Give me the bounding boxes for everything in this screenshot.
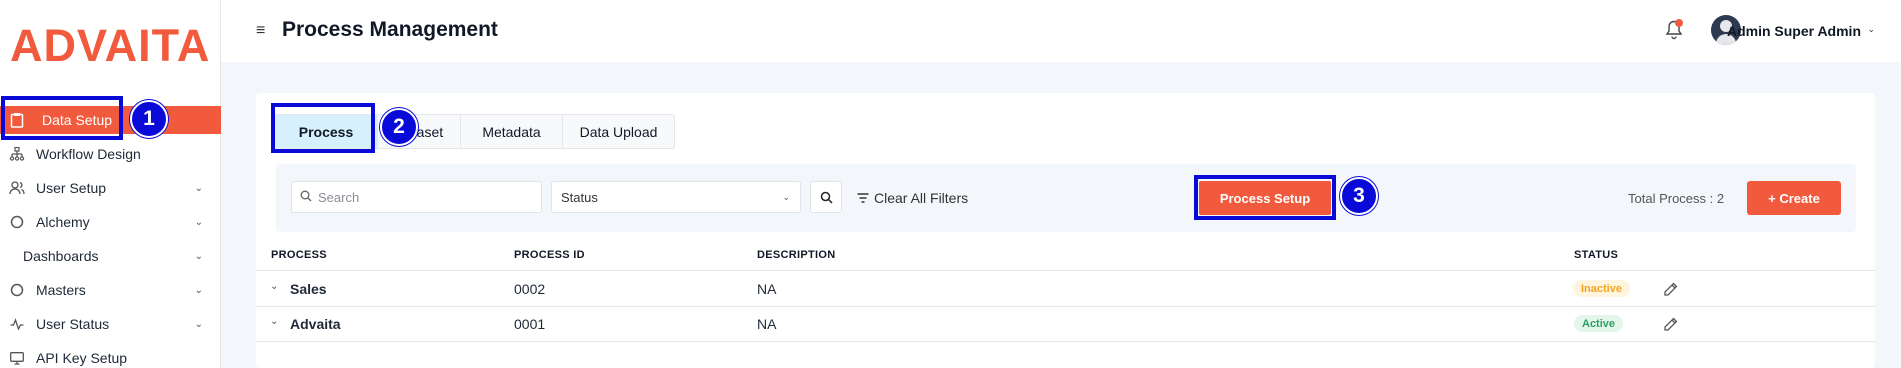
table-divider xyxy=(256,341,1875,342)
column-header-process-id: PROCESS ID xyxy=(514,249,585,261)
annotation-box-3 xyxy=(1194,175,1336,220)
sidebar-item-dashboards[interactable]: Dashboards ⌄ xyxy=(0,242,221,270)
table-row-process: Sales xyxy=(290,281,327,297)
brand-logo: ADVAITA xyxy=(10,20,211,71)
column-header-description: DESCRIPTION xyxy=(757,249,836,261)
filter-icon xyxy=(857,192,869,203)
monitor-icon xyxy=(8,349,26,367)
annotation-marker-3: 3 xyxy=(1340,177,1378,215)
user-name[interactable]: Admin Super Admin xyxy=(1727,23,1861,39)
tab-metadata[interactable]: Metadata xyxy=(461,115,563,148)
column-header-status: STATUS xyxy=(1574,249,1619,261)
chevron-down-icon[interactable]: ⌄ xyxy=(1867,24,1875,35)
users-icon xyxy=(8,179,26,197)
sidebar-item-label: User Status xyxy=(36,316,110,332)
sidebar-item-api-key-setup[interactable]: API Key Setup xyxy=(0,344,221,368)
edit-icon[interactable] xyxy=(1663,281,1679,297)
annotation-marker-1: 1 xyxy=(130,100,168,138)
annotation-box-2 xyxy=(271,103,375,153)
annotation-marker-2: 2 xyxy=(380,108,418,146)
page-title: Process Management xyxy=(282,18,498,41)
column-header-process: PROCESS xyxy=(271,249,327,261)
status-select-value: Status xyxy=(561,189,598,205)
sidebar-item-alchemy[interactable]: Alchemy ⌄ xyxy=(0,208,221,236)
top-header: ≡ Process Management Admin Super Admin ⌄ xyxy=(221,0,1901,62)
sidebar-item-masters[interactable]: Masters ⌄ xyxy=(0,276,221,304)
status-badge: Inactive xyxy=(1573,280,1630,297)
search-icon xyxy=(820,191,833,204)
sidebar-item-user-setup[interactable]: User Setup ⌄ xyxy=(0,174,221,202)
workflow-icon xyxy=(8,145,26,163)
sidebar-item-workflow-design[interactable]: Workflow Design xyxy=(0,140,221,168)
search-field[interactable] xyxy=(291,181,542,213)
chevron-down-icon: ⌄ xyxy=(194,318,203,330)
expand-row-icon[interactable]: ⌄ xyxy=(270,281,278,292)
chevron-down-icon: ⌄ xyxy=(194,284,203,296)
sidebar-item-label: Masters xyxy=(36,282,86,298)
activity-icon xyxy=(8,315,26,333)
chevron-down-icon: ⌄ xyxy=(194,250,203,262)
sidebar-item-label: Dashboards xyxy=(23,248,99,264)
annotation-box-1 xyxy=(1,96,123,140)
notification-bell-icon[interactable] xyxy=(1664,19,1686,41)
table-row-description: NA xyxy=(757,316,777,332)
notification-dot xyxy=(1675,19,1683,27)
clear-filters-label: Clear All Filters xyxy=(874,190,969,206)
chevron-down-icon: ⌄ xyxy=(194,182,203,194)
search-button[interactable] xyxy=(810,181,842,213)
table-divider xyxy=(256,306,1875,307)
tab-data-upload[interactable]: Data Upload xyxy=(563,115,674,148)
circle-icon xyxy=(8,281,26,299)
sidebar-item-label: User Setup xyxy=(36,180,107,196)
menu-icon[interactable]: ≡ xyxy=(256,22,265,40)
total-process-count: Total Process : 2 xyxy=(1628,191,1725,206)
table-row-description: NA xyxy=(757,281,777,297)
clear-filters-button[interactable]: Clear All Filters xyxy=(857,190,968,206)
status-select[interactable]: Status ⌄ xyxy=(551,181,801,213)
table-row-process-id: 0001 xyxy=(514,316,546,332)
expand-row-icon[interactable]: ⌄ xyxy=(270,316,278,327)
create-button[interactable]: + Create xyxy=(1747,181,1841,215)
sidebar-item-label: API Key Setup xyxy=(36,350,128,366)
chevron-down-icon: ⌄ xyxy=(194,216,203,228)
search-icon xyxy=(300,190,312,205)
sidebar-item-label: Alchemy xyxy=(36,214,90,230)
edit-icon[interactable] xyxy=(1663,316,1679,332)
table-divider xyxy=(256,270,1875,271)
sidebar-item-label: Workflow Design xyxy=(36,146,141,162)
circle-icon xyxy=(8,213,26,231)
status-badge: Active xyxy=(1574,315,1624,332)
table-row-process-id: 0002 xyxy=(514,281,546,297)
search-input[interactable] xyxy=(318,189,528,205)
chevron-down-icon: ⌄ xyxy=(782,191,790,202)
sidebar-item-user-status[interactable]: User Status ⌄ xyxy=(0,310,221,338)
sidebar: ADVAITA Data Setup Workflow Design User … xyxy=(0,0,221,368)
table-row-process: Advaita xyxy=(290,316,341,332)
